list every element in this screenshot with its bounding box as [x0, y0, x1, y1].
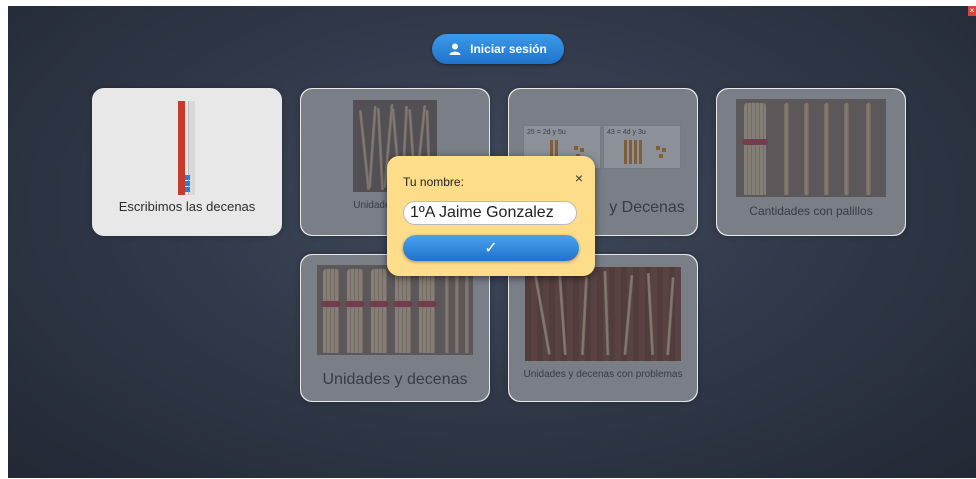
- card-label: Unidades y decenas con problemas: [523, 369, 683, 380]
- panel-right-tens: 4d: [622, 129, 631, 136]
- activity-card-unidades-decenas[interactable]: Unidades y decenas: [300, 254, 490, 402]
- panel-right: 43 = 4d y 3u: [603, 125, 681, 169]
- activity-card-escribimos-decenas[interactable]: Escribimos las decenas: [92, 88, 282, 236]
- check-icon: ✓: [484, 240, 498, 257]
- decena-bar-image: [178, 101, 196, 195]
- panel-left-tens: 2d: [542, 129, 551, 136]
- login-button[interactable]: Iniciar sesión: [432, 34, 564, 64]
- palillos-photo: [736, 99, 886, 197]
- panel-right-number: 43 =: [607, 129, 621, 136]
- panel-right-and: y: [632, 129, 637, 136]
- card-label: y Decenas: [609, 199, 685, 216]
- card-label: Cantidades con palillos: [749, 204, 873, 218]
- login-label: Iniciar sesión: [470, 42, 547, 56]
- app-stage: Iniciar sesión Escribimos las decenas Un…: [8, 6, 976, 478]
- panel-left-number: 25 =: [527, 129, 541, 136]
- card-label: Escribimos las decenas: [118, 199, 256, 214]
- panel-left-units: 5u: [557, 129, 566, 136]
- name-input[interactable]: [403, 201, 577, 225]
- panel-right-units: 3u: [637, 129, 646, 136]
- problemas-photo: [525, 267, 681, 361]
- user-icon: [449, 43, 461, 55]
- bundles-photo: [317, 265, 473, 355]
- dialog-title: Tu nombre:: [403, 175, 464, 189]
- exit-icon[interactable]: ×: [968, 6, 976, 16]
- activity-card-cantidades-palillos[interactable]: Cantidades con palillos: [716, 88, 906, 236]
- card-label: Unidades y decenas: [322, 371, 468, 388]
- panel-left-and: y: [552, 129, 557, 136]
- activity-card-decenas-problemas[interactable]: Unidades y decenas con problemas: [508, 254, 698, 402]
- close-icon[interactable]: ×: [575, 170, 583, 186]
- confirm-button[interactable]: ✓: [403, 235, 579, 261]
- name-dialog: Tu nombre: × ✓: [387, 156, 595, 276]
